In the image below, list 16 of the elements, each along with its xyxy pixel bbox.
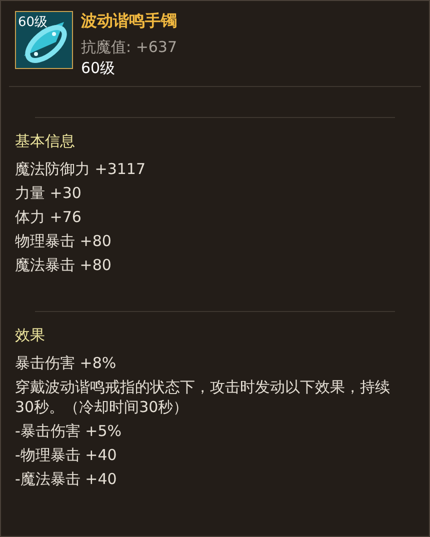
stat-line: 穿戴波动谐鸣戒指的状态下，攻击时发动以下效果，持续30秒。（冷却时间30秒） [15,377,391,417]
level-label: 60级 [18,14,48,31]
stat-line: 力量 +30 [15,183,82,203]
section-title: 基本信息 [15,132,76,151]
resist-value: 抗魔值: +637 [81,38,178,57]
stat-line: 魔法防御力 +3117 [15,159,147,179]
stat-line: 体力 +76 [15,207,82,227]
stat-line: -魔法暴击 +40 [15,469,118,489]
stat-line: -暴击伤害 +5% [15,421,123,441]
section-title: 效果 [15,326,46,345]
stat-line: 物理暴击 +80 [15,231,112,251]
level-text: 60级 [81,59,116,78]
stat-line: 魔法暴击 +80 [15,255,112,275]
item-name: 波动谐鸣手镯 [81,11,178,32]
stat-line: -物理暴击 +40 [15,445,118,465]
stat-line: 暴击伤害 +8% [15,353,118,373]
